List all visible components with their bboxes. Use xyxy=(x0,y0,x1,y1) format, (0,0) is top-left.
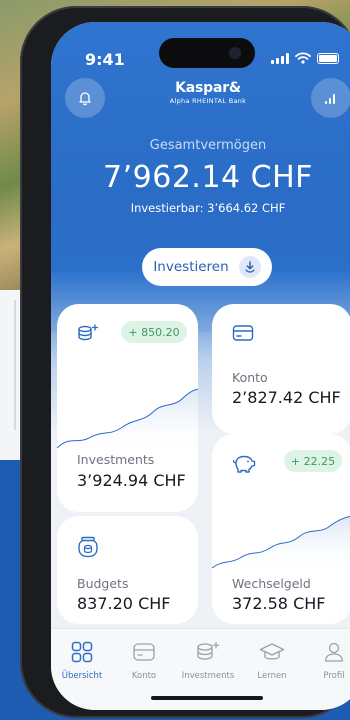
signal-bars-icon xyxy=(325,94,335,104)
graduation-cap-icon xyxy=(259,643,285,660)
investable-amount: Investierbar: 3’664.62 CHF xyxy=(130,201,286,215)
tab-label: Profil xyxy=(323,671,345,681)
tab-label: Konto xyxy=(131,671,157,681)
background-divider xyxy=(14,300,16,430)
tab-label: Lernen xyxy=(257,671,287,681)
wechselgeld-card[interactable]: + 22.25 Wechselgeld 372.58 CHF xyxy=(212,434,350,624)
status-icons xyxy=(271,52,339,64)
bank-logo: Kaspar& Alpha RHEINTAL Bank xyxy=(141,80,275,110)
coins-sparkle-icon xyxy=(197,641,220,660)
card-icon xyxy=(232,325,254,341)
investments-gain-badge: + 850.20 xyxy=(121,321,187,343)
home-indicator xyxy=(151,696,263,700)
konto-value: 2’827.42 CHF xyxy=(232,388,341,407)
logo-subtitle: Alpha RHEINTAL Bank xyxy=(169,97,247,105)
budgets-title: Budgets xyxy=(77,576,129,591)
invest-button-label: Investieren xyxy=(153,259,229,275)
piggy-bank-icon xyxy=(232,455,256,473)
konto-card[interactable]: Konto 2’827.42 CHF xyxy=(212,304,350,434)
bell-icon xyxy=(79,92,91,106)
cellular-icon xyxy=(271,52,289,64)
card-icon xyxy=(133,643,155,661)
budgets-card[interactable]: Budgets 837.20 CHF xyxy=(57,516,198,624)
jar-icon xyxy=(78,536,98,558)
battery-icon xyxy=(317,52,339,64)
total-assets-label: Gesamtvermögen xyxy=(149,138,267,153)
download-circle-icon xyxy=(238,256,261,278)
coins-sparkle-icon xyxy=(78,324,99,341)
tab-lernen[interactable]: Lernen xyxy=(241,641,303,681)
tab-label: Investments xyxy=(181,671,235,681)
tab-konto[interactable]: Konto xyxy=(113,641,175,681)
konto-title: Konto xyxy=(232,370,268,385)
wechselgeld-sparkline xyxy=(212,515,350,572)
camera-dot xyxy=(229,47,241,59)
tab-uebersicht[interactable]: Übersicht xyxy=(51,641,113,681)
user-icon xyxy=(324,642,344,662)
wifi-icon xyxy=(295,52,311,64)
investments-card[interactable]: + 850.20 Investments 3’924.94 CHF xyxy=(57,304,198,512)
wechselgeld-title: Wechselgeld xyxy=(232,576,311,591)
logo-wordmark: Kaspar& xyxy=(175,80,241,96)
stats-button[interactable] xyxy=(311,78,350,118)
tab-label: Übersicht xyxy=(61,671,103,681)
investments-sparkline xyxy=(57,388,198,456)
total-assets-amount: 7’962.14 CHF xyxy=(103,160,313,195)
wechselgeld-gain-badge: + 22.25 xyxy=(284,450,342,472)
wechselgeld-value: 372.58 CHF xyxy=(232,594,326,613)
grid-icon xyxy=(71,641,93,663)
budgets-value: 837.20 CHF xyxy=(77,594,171,613)
investments-title: Investments xyxy=(77,452,155,467)
invest-button[interactable]: Investieren xyxy=(142,248,272,286)
status-time: 9:41 xyxy=(85,50,125,69)
phone-frame: 9:41 Kaspar& Alpha RHEINTAL Bank Gesamtv… xyxy=(20,6,350,718)
tab-investments[interactable]: Investments xyxy=(175,641,241,681)
dynamic-island xyxy=(159,38,255,68)
investments-value: 3’924.94 CHF xyxy=(77,471,186,490)
app-screen: 9:41 Kaspar& Alpha RHEINTAL Bank Gesamtv… xyxy=(51,22,350,710)
notification-button[interactable] xyxy=(65,78,105,118)
tab-profil[interactable]: Profil xyxy=(303,641,350,681)
